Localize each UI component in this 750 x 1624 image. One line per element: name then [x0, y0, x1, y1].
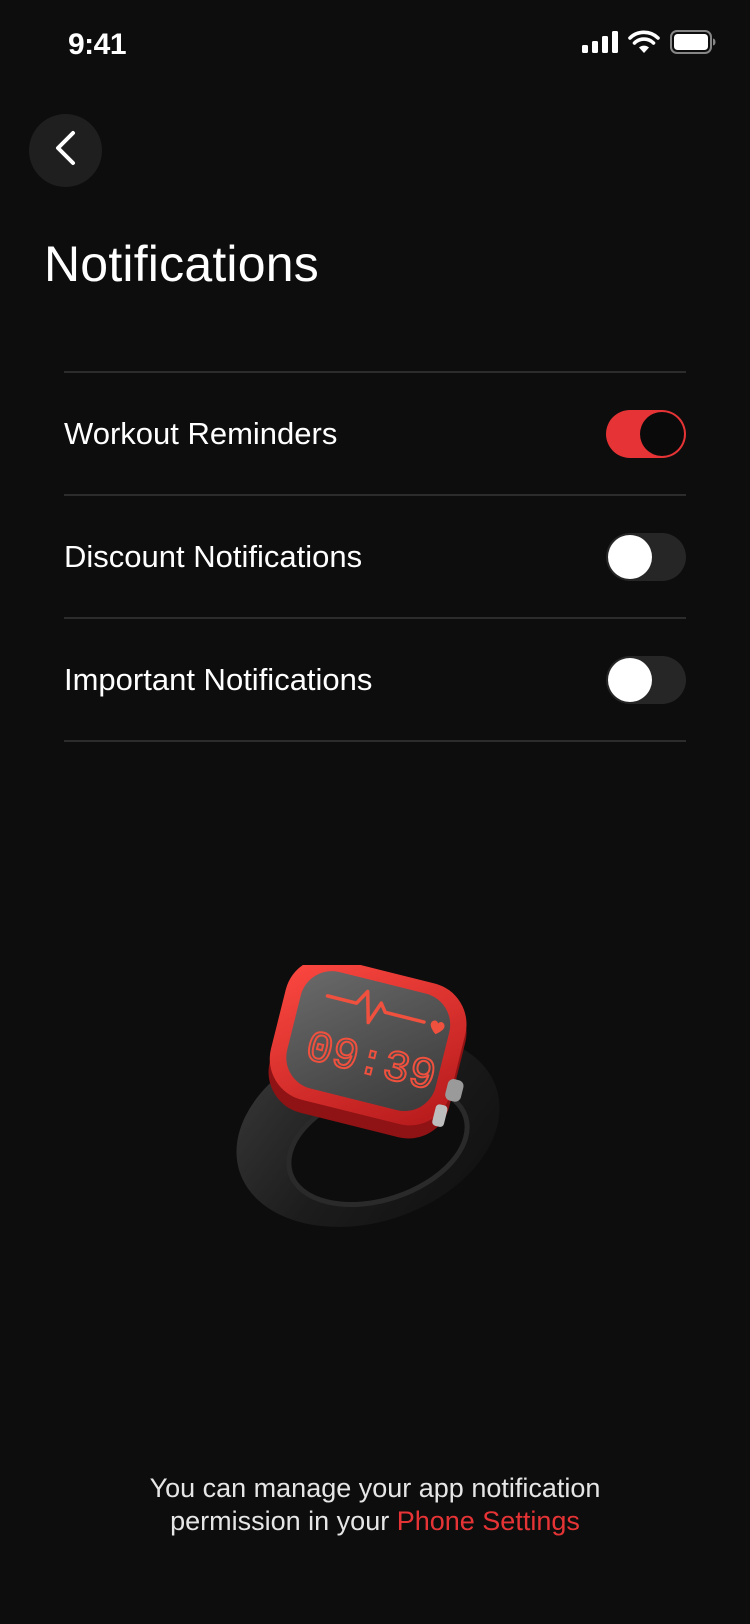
important-notifications-toggle[interactable] — [606, 655, 686, 704]
setting-row-discount-notifications: Discount Notifications — [64, 496, 686, 619]
setting-row-workout-reminders: Workout Reminders — [64, 373, 686, 496]
footer-line-2: permission in your Phone Settings — [0, 1505, 750, 1538]
workout-reminders-toggle[interactable] — [606, 409, 686, 458]
setting-label: Important Notifications — [64, 661, 373, 697]
footer-line-1: You can manage your app notification — [149, 1473, 601, 1503]
smartwatch-illustration: 09:39 — [228, 957, 518, 1235]
notification-settings-list: Workout Reminders Discount Notifications… — [64, 371, 686, 742]
footer-note: You can manage your app notification per… — [0, 1472, 750, 1538]
toggle-knob — [608, 534, 652, 579]
footer-line-2-text: permission in your — [170, 1506, 397, 1536]
status-bar: 9:41 — [0, 0, 750, 92]
back-button[interactable] — [29, 114, 102, 187]
cellular-signal-icon — [582, 30, 618, 58]
chevron-left-icon — [51, 130, 81, 171]
setting-label: Discount Notifications — [64, 538, 363, 574]
discount-notifications-toggle[interactable] — [606, 532, 686, 581]
status-time: 9:41 — [68, 28, 127, 61]
page-title: Notifications — [44, 236, 319, 292]
wifi-icon — [628, 30, 660, 59]
status-icons — [582, 29, 716, 59]
phone-settings-link[interactable]: Phone Settings — [397, 1506, 580, 1536]
setting-row-important-notifications: Important Notifications — [64, 619, 686, 742]
battery-icon — [670, 29, 716, 59]
toggle-knob — [640, 411, 684, 456]
setting-label: Workout Reminders — [64, 415, 338, 451]
toggle-knob — [608, 657, 652, 702]
